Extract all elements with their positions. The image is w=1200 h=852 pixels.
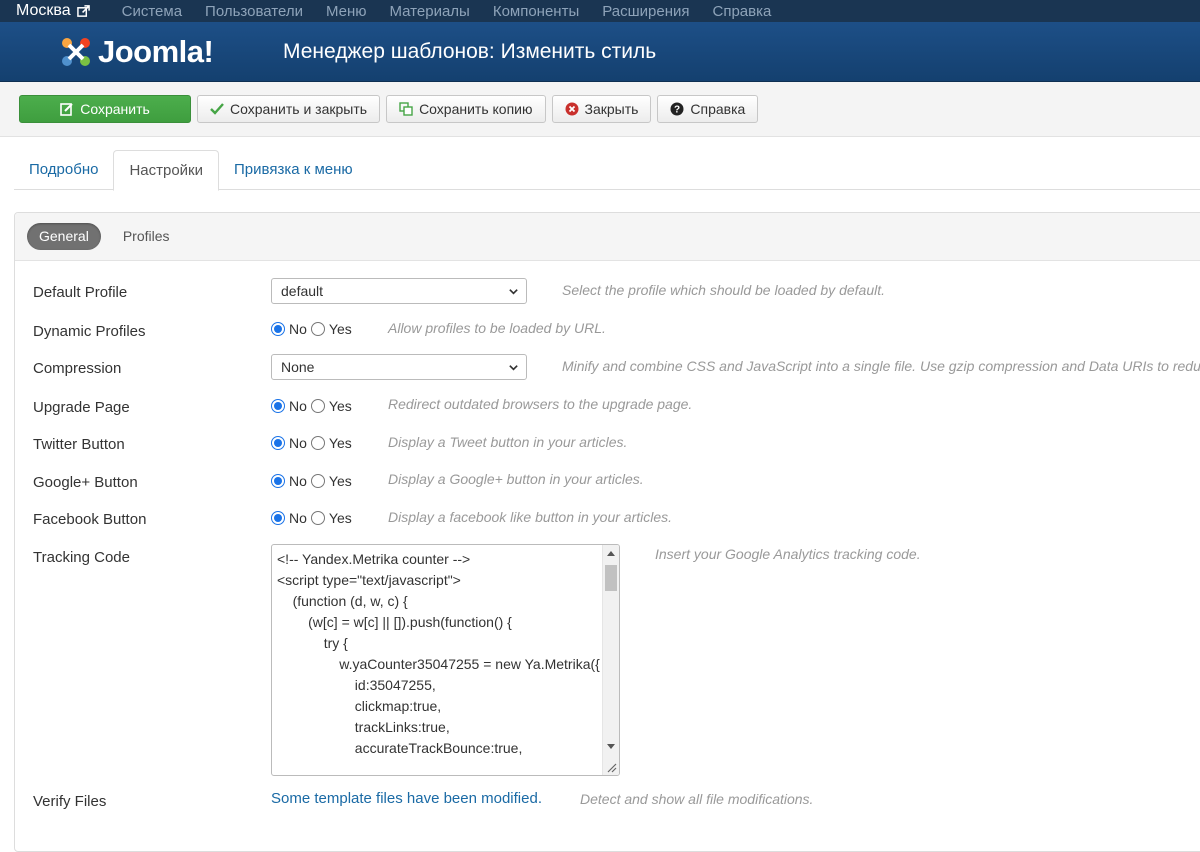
toolbar: Сохранить Сохранить и закрыть Сохранить … [0, 82, 1200, 137]
default-profile-select[interactable]: default [271, 278, 527, 304]
save-close-label: Сохранить и закрыть [230, 101, 368, 117]
close-icon [565, 102, 578, 116]
save-copy-label: Сохранить копию [419, 101, 533, 117]
menu-extensions[interactable]: Расширения [602, 3, 689, 20]
dynamic-profiles-help: Allow profiles to be loaded by URL. [388, 320, 606, 336]
copy-icon [399, 102, 413, 116]
default-profile-value: default [281, 283, 324, 299]
upgrade-page-help: Redirect outdated browsers to the upgrad… [388, 396, 693, 412]
edit-icon [60, 103, 73, 116]
menu-users[interactable]: Пользователи [205, 3, 303, 20]
default-profile-help: Select the profile which should be loade… [562, 282, 885, 298]
facebook-no-radio[interactable] [271, 511, 285, 525]
dynamic-profiles-label: Dynamic Profiles [33, 323, 146, 340]
site-link[interactable]: Москва [16, 2, 90, 20]
twitter-button-label: Twitter Button [33, 436, 125, 453]
dynamic-profiles-radios: No Yes [271, 321, 356, 337]
tracking-code-help: Insert your Google Analytics tracking co… [655, 546, 921, 562]
twitter-button-radios: No Yes [271, 435, 356, 451]
google-button-help: Display a Google+ button in your article… [388, 471, 644, 487]
dynamic-profiles-yes-radio[interactable] [310, 322, 325, 336]
compression-help: Minify and combine CSS and JavaScript in… [562, 358, 1200, 374]
radio-yes-label: Yes [328, 321, 352, 337]
top-menu-bar: Москва Система Пользователи Меню Материа… [0, 0, 1200, 22]
modified-files-link[interactable]: Some template files have been modified. [271, 790, 542, 807]
verify-files-label: Verify Files [33, 793, 107, 810]
twitter-no-radio[interactable] [271, 436, 285, 450]
upgrade-page-no-radio[interactable] [271, 399, 285, 413]
scroll-down-icon[interactable] [607, 744, 615, 749]
menu-menus[interactable]: Меню [326, 3, 367, 20]
scroll-thumb[interactable] [605, 565, 617, 591]
menu-components[interactable]: Компоненты [493, 3, 579, 20]
tracking-code-content: <!-- Yandex.Metrika counter --> <script … [277, 551, 600, 756]
radio-no-label: No [289, 473, 307, 489]
help-label: Справка [690, 101, 746, 117]
tab-menu-assignment[interactable]: Привязка к меню [219, 150, 368, 190]
facebook-button-help: Display a facebook like button in your a… [388, 509, 673, 525]
radio-no-label: No [289, 321, 307, 337]
menu-system[interactable]: Система [122, 3, 182, 20]
joomla-logo: Joomla! [58, 34, 283, 70]
save-button[interactable]: Сохранить [19, 95, 191, 123]
chevron-down-icon [509, 365, 518, 371]
dynamic-profiles-no-radio[interactable] [271, 322, 285, 336]
svg-text:?: ? [674, 105, 680, 116]
scroll-up-icon[interactable] [607, 551, 615, 556]
radio-yes-label: Yes [328, 435, 352, 451]
subtabs: General Profiles [15, 213, 1200, 261]
compression-select[interactable]: None [271, 354, 527, 380]
external-link-icon [76, 4, 90, 17]
compression-label: Compression [33, 360, 122, 377]
facebook-button-label: Facebook Button [33, 511, 147, 528]
radio-no-label: No [289, 510, 307, 526]
save-label: Сохранить [80, 101, 150, 117]
main-tabs: Подробно Настройки Привязка к меню [14, 150, 1200, 191]
close-label: Закрыть [584, 101, 639, 117]
page-title: Менеджер шаблонов: Изменить стиль [283, 39, 657, 63]
save-close-button[interactable]: Сохранить и закрыть [197, 95, 381, 123]
google-button-label: Google+ Button [33, 474, 138, 491]
facebook-button-radios: No Yes [271, 510, 356, 526]
radio-yes-label: Yes [328, 473, 352, 489]
verify-files-help: Detect and show all file modifications. [580, 791, 814, 807]
twitter-yes-radio[interactable] [310, 436, 325, 450]
radio-no-label: No [289, 398, 307, 414]
twitter-button-help: Display a Tweet button in your articles. [388, 434, 628, 450]
subtab-profiles[interactable]: Profiles [111, 223, 182, 250]
resize-handle-icon[interactable] [605, 761, 617, 773]
joomla-logo-icon [62, 37, 90, 66]
facebook-yes-radio[interactable] [310, 511, 325, 525]
help-button[interactable]: ? Справка [657, 95, 759, 123]
tracking-code-label: Tracking Code [33, 549, 130, 566]
logo-wordmark: Joomla! [98, 33, 214, 69]
tracking-code-textarea[interactable]: <!-- Yandex.Metrika counter --> <script … [271, 544, 620, 776]
question-icon: ? [670, 102, 684, 116]
radio-yes-label: Yes [328, 398, 352, 414]
upgrade-page-radios: No Yes [271, 398, 356, 414]
menu-content[interactable]: Материалы [390, 3, 470, 20]
google-no-radio[interactable] [271, 474, 285, 488]
textarea-scrollbar[interactable] [602, 545, 619, 775]
subtab-general[interactable]: General [27, 223, 101, 250]
compression-value: None [281, 359, 315, 375]
close-button[interactable]: Закрыть [551, 95, 652, 123]
upgrade-page-yes-radio[interactable] [310, 399, 325, 413]
menu-help[interactable]: Справка [712, 3, 771, 20]
save-copy-button[interactable]: Сохранить копию [386, 95, 546, 123]
check-icon [210, 103, 224, 115]
default-profile-label: Default Profile [33, 284, 128, 301]
page-header: Joomla! Менеджер шаблонов: Изменить стил… [0, 22, 1200, 82]
site-name: Москва [16, 2, 71, 19]
radio-no-label: No [289, 435, 307, 451]
chevron-down-icon [509, 289, 518, 295]
google-button-radios: No Yes [271, 473, 356, 489]
upgrade-page-label: Upgrade Page [33, 399, 130, 416]
settings-panel: General Profiles Default Profile default… [14, 212, 1200, 852]
tab-details[interactable]: Подробно [14, 150, 113, 190]
google-yes-radio[interactable] [310, 474, 325, 488]
radio-yes-label: Yes [328, 510, 352, 526]
tab-settings[interactable]: Настройки [113, 150, 220, 191]
